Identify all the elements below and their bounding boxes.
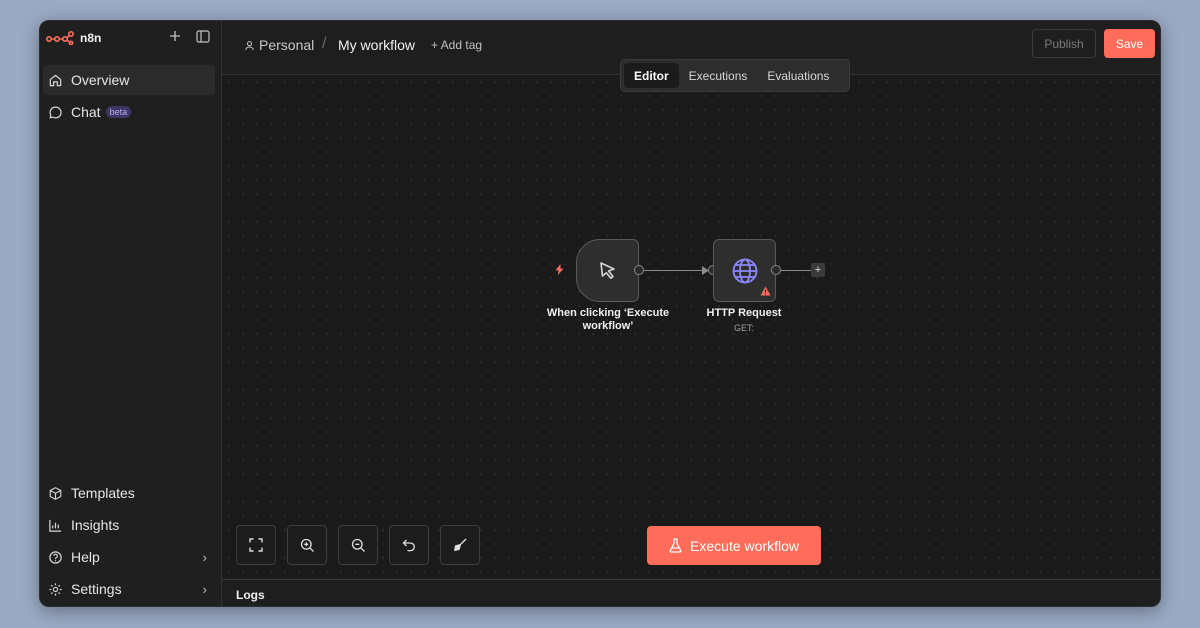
zoom-in-button[interactable]: [287, 525, 327, 565]
logs-label: Logs: [236, 588, 265, 602]
undo-icon: [402, 539, 415, 552]
breadcrumb-project[interactable]: Personal: [244, 37, 314, 53]
sidebar-item-insights[interactable]: Insights: [43, 510, 215, 540]
add-connection-edge: [781, 270, 811, 271]
warning-icon[interactable]: [760, 286, 771, 296]
fit-view-button[interactable]: [236, 525, 276, 565]
node-label: HTTP Request: [706, 307, 782, 319]
fullscreen-icon: [249, 538, 263, 552]
sidebar-item-settings[interactable]: Settings ›: [43, 574, 215, 604]
box-icon: [49, 486, 62, 500]
sidebar-item-label: Overview: [71, 72, 130, 88]
new-item-button[interactable]: [166, 27, 184, 45]
sidebar-item-label: Settings: [71, 581, 122, 597]
sidebar-item-label: Templates: [71, 485, 135, 501]
chat-icon: [49, 106, 62, 118]
sidebar-item-label: Help: [71, 549, 100, 565]
workflow-name[interactable]: My workflow: [338, 37, 415, 53]
n8n-logo-icon: [46, 31, 74, 45]
tab-executions[interactable]: Executions: [679, 63, 758, 88]
add-tag-button[interactable]: + Add tag: [431, 38, 482, 52]
save-button[interactable]: Save: [1104, 29, 1155, 58]
user-icon: [245, 40, 254, 50]
gear-icon: [49, 582, 62, 596]
cursor-click-icon: [599, 261, 615, 279]
brand[interactable]: n8n: [46, 29, 101, 47]
output-handle[interactable]: [634, 265, 644, 275]
view-tabs: Editor Executions Evaluations: [620, 59, 850, 92]
project-name: Personal: [259, 37, 315, 53]
execute-workflow-label: Execute workflow: [690, 537, 799, 554]
trigger-bolt-icon: [555, 264, 564, 278]
home-icon: [49, 74, 62, 86]
tab-editor[interactable]: Editor: [624, 63, 679, 88]
chevron-right-icon: ›: [202, 581, 207, 597]
node-label: When clicking ‘Execute workflow’: [546, 307, 670, 332]
sidebar-item-help[interactable]: Help ›: [43, 542, 215, 572]
workflow-canvas[interactable]: When clicking ‘Execute workflow’ + HTTP …: [222, 75, 1160, 579]
connection-edge[interactable]: [644, 270, 707, 271]
execute-workflow-button[interactable]: Execute workflow: [647, 526, 821, 565]
flask-icon: [669, 538, 682, 553]
collapse-sidebar-button[interactable]: [194, 27, 212, 45]
undo-button[interactable]: [389, 525, 429, 565]
sidebar: n8n Overview Chat beta Templates Insight…: [40, 21, 222, 606]
app-window: n8n Overview Chat beta Templates Insight…: [39, 20, 1161, 607]
chevron-right-icon: ›: [202, 549, 207, 565]
zoom-out-icon: [351, 538, 365, 552]
add-node-button[interactable]: +: [811, 263, 825, 277]
sidebar-item-overview[interactable]: Overview: [43, 65, 215, 95]
tidy-up-button[interactable]: [440, 525, 480, 565]
output-handle[interactable]: [771, 265, 781, 275]
sidebar-item-label: Chat: [71, 104, 101, 120]
sidebar-toggle-icon: [196, 29, 210, 43]
zoom-in-icon: [300, 538, 314, 552]
sidebar-item-templates[interactable]: Templates: [43, 478, 215, 508]
node-subtitle: GET:: [733, 323, 754, 333]
sidebar-item-label: Insights: [71, 517, 120, 533]
plus-icon: [170, 31, 180, 41]
tab-evaluations[interactable]: Evaluations: [757, 63, 839, 88]
help-icon: [49, 550, 62, 564]
globe-icon: [732, 258, 757, 283]
node-manual-trigger[interactable]: [576, 239, 639, 302]
publish-button[interactable]: Publish: [1032, 29, 1096, 58]
brand-name: n8n: [80, 31, 102, 45]
breadcrumb-separator: /: [322, 35, 327, 52]
beta-badge: beta: [105, 106, 132, 118]
broom-icon: [454, 538, 467, 551]
sidebar-item-chat[interactable]: Chat beta: [43, 97, 215, 127]
chart-icon: [49, 519, 62, 532]
zoom-out-button[interactable]: [338, 525, 378, 565]
logs-panel-bar[interactable]: Logs: [222, 579, 1160, 606]
